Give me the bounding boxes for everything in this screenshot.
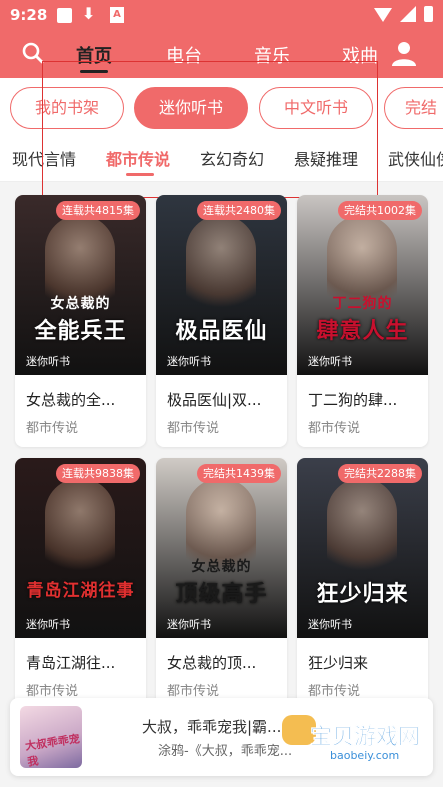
player-title: 大叔，乖乖宠我|霸... [142,718,282,736]
book-title: 极品医仙|双... [167,391,262,409]
tab-radio[interactable]: 电台 [166,42,202,68]
pill-chinese-audiobook[interactable]: 中文听书 [259,87,373,129]
cover-figure [45,478,115,588]
book-card[interactable]: 青岛江湖往事 连载共9838集迷你听书青岛江湖往... 都市传说 [15,458,146,710]
active-tab-indicator [80,70,108,73]
category-mystery[interactable]: 悬疑推理 [294,146,358,170]
book-card[interactable]: 女总裁的全能兵王 连载共4815集迷你听书女总裁的全... 都市传说 [15,195,146,447]
book-title: 女总裁的顶... [167,654,257,672]
status-right [374,6,433,22]
book-genre: 都市传说 [308,684,361,699]
book-genre: 都市传说 [26,684,79,699]
episode-badge: 完结共2288集 [338,464,422,483]
player-subtitle: 涂鸦-《大叔，乖乖宠... [158,744,293,759]
cover-figure [186,215,256,325]
book-genre: 都市传说 [26,421,79,436]
wifi-icon [374,8,392,22]
player-thumbnail[interactable]: 大叔乖乖宠我 [20,706,82,769]
book-card[interactable]: 狂少归来 完结共2288集 迷你听书 狂少归来 都市传说 [297,458,428,710]
book-genre: 都市传说 [167,421,220,436]
watermark-url: baobeiy.com [330,749,400,762]
episode-badge: 连载共4815集 [56,201,140,220]
cover-title: 全能兵王 [34,319,127,344]
book-cover[interactable]: 女总裁的全能兵王 连载共4815集迷你听书 [15,195,146,375]
book-title: 女总裁的全... [26,391,116,409]
notification-square-icon [57,8,72,23]
category-urban-legend[interactable]: 都市传说 [106,146,170,170]
tab-opera[interactable]: 戏曲 [342,42,378,68]
bottom-strip [0,782,443,787]
book-card[interactable]: 丁二狗的肆意人生 完结共1002集迷你听书丁二狗的肆... 都市传说 [297,195,428,447]
book-genre: 都市传说 [308,421,361,436]
book-genre: 都市传说 [167,684,220,699]
source-pill-row: 我的书架 迷你听书 中文听书 完结 [0,78,443,140]
book-cover[interactable]: 狂少归来 完结共2288集迷你听书 [297,458,428,638]
player-thumb-text: 大叔乖乖宠我 [24,732,81,769]
pill-completed[interactable]: 完结 [384,87,443,129]
status-time: 9:28 [10,6,48,24]
episode-badge: 完结共1439集 [197,464,281,483]
category-fantasy[interactable]: 玄幻奇幻 [200,146,264,170]
watermark: 宝贝游戏网 baobeiy.com [280,705,430,770]
book-title: 狂少归来 [308,654,369,672]
cover-brand: 迷你听书 [26,618,70,631]
book-card[interactable]: 女总裁的顶级高手 完结共1439集迷你听书女总裁的顶... 都市传说 [156,458,287,710]
book-cover[interactable]: 丁二狗的肆意人生 完结共1002集迷你听书 [297,195,428,375]
tab-home[interactable]: 首页 [76,42,112,68]
cover-subtitle: 丁二狗的 [332,296,393,312]
cover-brand: 迷你听书 [167,618,211,631]
book-cover[interactable]: 青岛江湖往事 连载共9838集迷你听书 [15,458,146,638]
watermark-name: 宝贝游戏网 [310,725,421,751]
cover-title: 顶级高手 [175,582,268,607]
book-cover[interactable]: 极品医仙 连载共2480集迷你听书 [156,195,287,375]
battery-icon [424,6,433,22]
episode-badge: 完结共1002集 [338,201,422,220]
episode-badge: 连载共9838集 [56,464,140,483]
cover-brand: 迷你听书 [308,618,352,631]
cover-brand: 迷你听书 [26,355,70,368]
book-title: 青岛江湖往... [26,654,116,672]
pill-my-bookshelf[interactable]: 我的书架 [10,87,124,129]
cover-brand: 迷你听书 [167,355,211,368]
active-category-indicator [126,173,154,176]
book-card[interactable]: 极品医仙 连载共2480集迷你听书极品医仙|双... 都市传说 [156,195,287,447]
search-icon[interactable] [22,42,44,64]
cover-title: 极品医仙 [175,319,268,344]
status-bar: 9:28 ⬇ A [0,0,443,30]
cover-brand: 迷你听书 [308,355,352,368]
cover-figure [327,478,397,588]
pill-mini-audiobook[interactable]: 迷你听书 [134,87,248,129]
user-icon[interactable] [390,39,418,67]
notification-app-icon: A [110,7,124,23]
cover-title: 青岛江湖往事 [26,581,135,601]
cover-subtitle: 女总裁的 [50,296,111,312]
book-title: 丁二狗的肆... [308,391,398,409]
cover-title: 肆意人生 [316,319,409,344]
download-icon: ⬇ [82,4,96,23]
tab-music[interactable]: 音乐 [254,42,290,68]
category-row: 现代言情 都市传说 玄幻奇幻 悬疑推理 武侠仙侠 [0,140,443,182]
category-wuxia[interactable]: 武侠仙侠 [388,146,443,170]
top-nav: 首页 电台 音乐 戏曲 [0,30,443,78]
category-modern-romance[interactable]: 现代言情 [12,146,76,170]
episode-badge: 连载共2480集 [197,201,281,220]
signal-icon [400,6,416,22]
cover-title: 狂少归来 [316,582,409,607]
book-cover[interactable]: 女总裁的顶级高手 完结共1439集迷你听书 [156,458,287,638]
cover-subtitle: 女总裁的 [191,559,252,575]
